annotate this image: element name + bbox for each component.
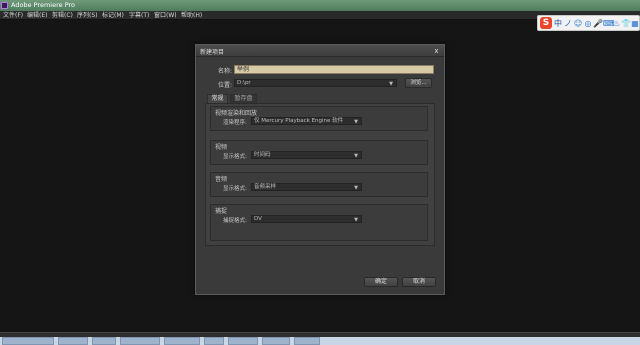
chevron-down-icon: ▼	[354, 119, 358, 125]
dialog-title: 新建项目	[200, 49, 225, 56]
taskbar-item[interactable]	[2, 337, 54, 345]
location-value: D:\pr	[237, 80, 251, 86]
premiere-app-icon	[1, 2, 8, 9]
chevron-down-icon: ▼	[354, 153, 358, 159]
menu-help[interactable]: 帮助(H)	[181, 11, 202, 20]
ime-grid-icon[interactable]: ▦	[630, 18, 640, 29]
menu-title[interactable]: 字幕(T)	[129, 11, 149, 20]
audio-group-title: 音频	[215, 176, 228, 183]
ime-settings-icon[interactable]: ◎	[583, 18, 593, 29]
menu-edit[interactable]: 编辑(E)	[27, 11, 47, 20]
ime-voice-icon[interactable]: 🎤	[593, 18, 603, 29]
location-select[interactable]: D:\pr ▼	[234, 79, 397, 87]
renderer-value: 仅 Mercury Playback Engine 软件	[254, 118, 344, 124]
video-display-format-value: 时间码	[254, 152, 271, 158]
capture-group-title: 捕捉	[215, 208, 228, 215]
taskbar-item[interactable]	[262, 337, 290, 345]
menu-clip[interactable]: 剪辑(C)	[52, 11, 73, 20]
ime-emoji-icon[interactable]: ☺	[573, 18, 583, 29]
menu-file[interactable]: 文件(F)	[3, 11, 23, 20]
close-button[interactable]: x	[432, 47, 441, 55]
tab-scratch-disks[interactable]: 暂存盘	[230, 94, 257, 103]
tab-general[interactable]: 常规	[207, 94, 228, 103]
audio-group: 音频 显示格式: 音频采样 ▼	[210, 172, 428, 197]
name-input[interactable]: 举例	[234, 65, 434, 74]
menu-window[interactable]: 窗口(W)	[154, 11, 177, 20]
ime-toolbar: S 中 ノ ☺ ◎ 🎤 ⌨ ♨ 👕 ▦	[537, 15, 640, 31]
capture-format-select[interactable]: DV ▼	[251, 215, 362, 223]
taskbar-item[interactable]	[120, 337, 160, 345]
taskbar-item[interactable]	[92, 337, 116, 345]
taskbar-item[interactable]	[228, 337, 258, 345]
capture-format-label: 捕捉格式:	[223, 218, 247, 224]
capture-format-value: DV	[254, 216, 262, 222]
capture-group: 捕捉 捕捉格式: DV ▼	[210, 204, 428, 241]
window-titlebar: Adobe Premiere Pro	[0, 0, 640, 11]
dialog-titlebar: 新建项目 x	[196, 45, 444, 57]
ime-chinese-icon[interactable]: 中	[553, 18, 563, 29]
audio-display-format-value: 音频采样	[254, 184, 277, 190]
render-group-title: 视频渲染和回放	[215, 110, 258, 117]
ok-button[interactable]: 确定	[364, 277, 398, 287]
ime-punctuation-icon[interactable]: ノ	[563, 18, 573, 29]
location-label: 位置:	[218, 82, 233, 89]
menu-sequence[interactable]: 序列(S)	[77, 11, 98, 20]
render-playback-group: 视频渲染和回放 渲染程序: 仅 Mercury Playback Engine …	[210, 106, 428, 131]
video-display-format-select[interactable]: 时间码 ▼	[251, 151, 362, 159]
video-display-format-label: 显示格式:	[223, 154, 247, 160]
name-label: 名称:	[218, 68, 233, 75]
browse-button[interactable]: 浏览...	[405, 78, 432, 88]
taskbar	[0, 337, 640, 345]
audio-display-format-select[interactable]: 音频采样 ▼	[251, 183, 362, 191]
chevron-down-icon: ▼	[354, 217, 358, 223]
chevron-down-icon: ▼	[389, 81, 393, 87]
taskbar-item[interactable]	[204, 337, 224, 345]
taskbar-item[interactable]	[294, 337, 320, 345]
video-group-title: 视频	[215, 144, 228, 151]
renderer-label: 渲染程序:	[223, 120, 247, 126]
menu-marker[interactable]: 标记(M)	[102, 11, 124, 20]
video-group: 视频 显示格式: 时间码 ▼	[210, 140, 428, 165]
cancel-button[interactable]: 取消	[402, 277, 436, 287]
renderer-select[interactable]: 仅 Mercury Playback Engine 软件 ▼	[251, 117, 362, 125]
chevron-down-icon: ▼	[354, 185, 358, 191]
audio-display-format-label: 显示格式:	[223, 186, 247, 192]
taskbar-item[interactable]	[164, 337, 200, 345]
sogou-logo-icon[interactable]: S	[540, 17, 552, 29]
taskbar-item[interactable]	[58, 337, 88, 345]
window-title: Adobe Premiere Pro	[11, 1, 76, 9]
